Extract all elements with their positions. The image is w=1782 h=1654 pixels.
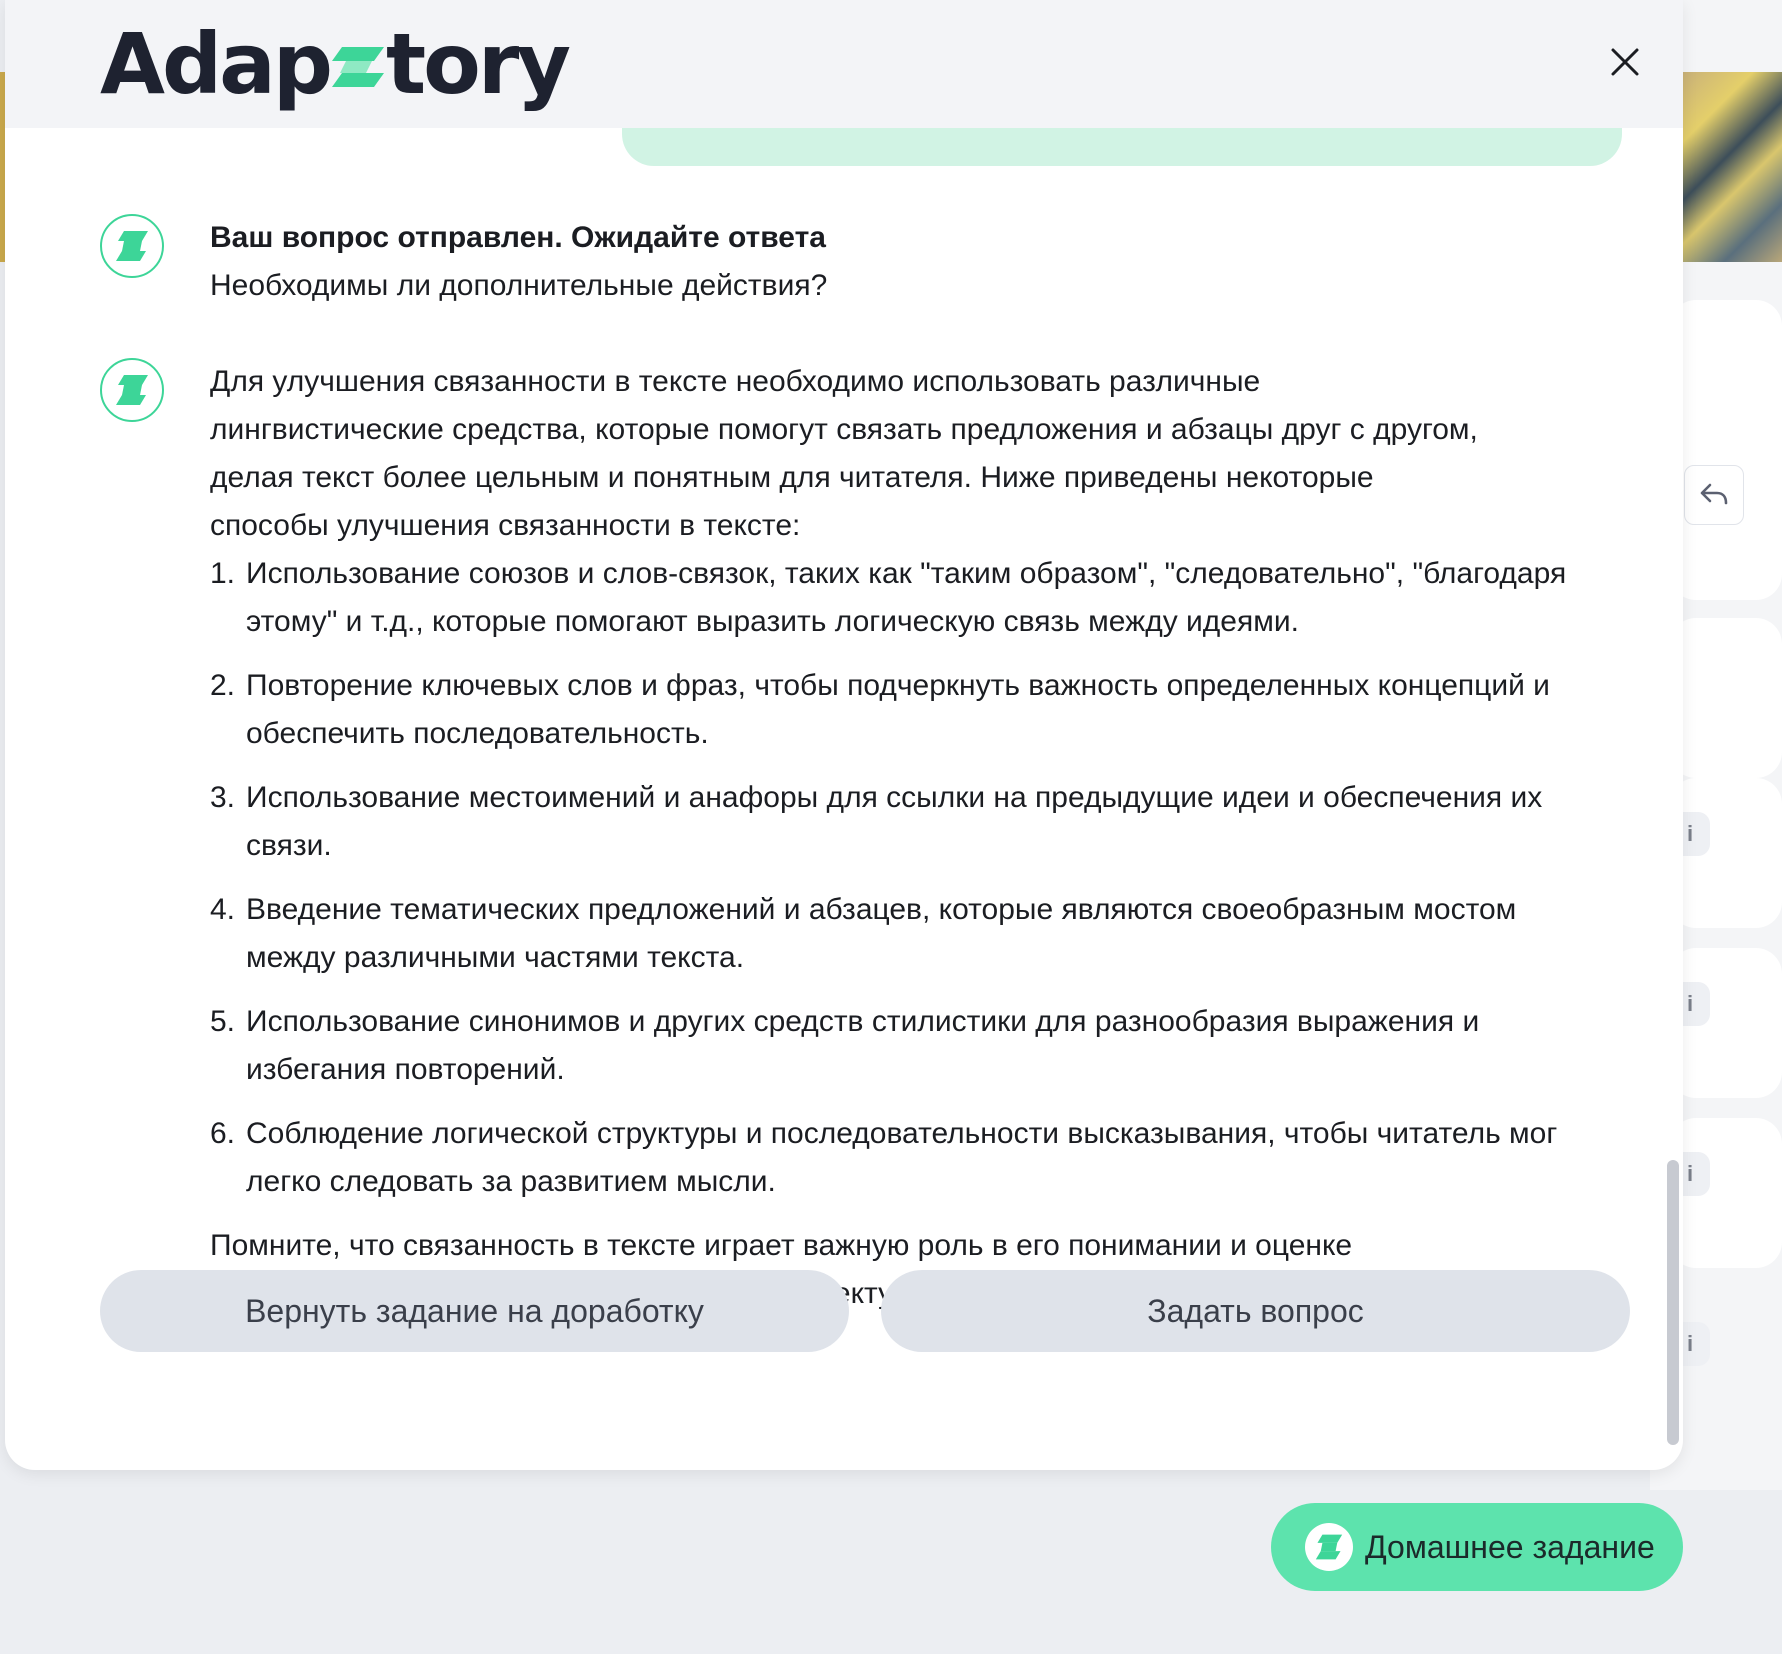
reply-button[interactable] — [1684, 465, 1744, 525]
list-item: 5. Использование синонимов и других средс… — [210, 998, 1610, 1094]
chat-scroll-area[interactable]: Ваш вопрос отправлен. Ожидайте ответа Не… — [5, 88, 1683, 1470]
list-text: Использование союзов и слов-связок, таки… — [246, 557, 1567, 638]
brand-s-icon — [116, 231, 148, 261]
message-title: Ваш вопрос отправлен. Ожидайте ответа — [210, 221, 826, 254]
list-text: Введение тематических предложений и абза… — [246, 893, 1517, 974]
scrollbar-thumb[interactable] — [1667, 1160, 1679, 1445]
list-text: Использование синонимов и других средств… — [246, 1005, 1480, 1086]
background-card — [1670, 300, 1782, 600]
logo-text-right: tory — [385, 15, 571, 113]
list-number: 1. — [210, 557, 236, 590]
answer-list: 1. Использование союзов и слов-связок, та… — [210, 550, 1610, 1206]
homework-button-label: Домашнее задание — [1365, 1528, 1655, 1565]
brand-s-icon — [331, 47, 384, 87]
list-number: 4. — [210, 893, 236, 926]
list-item: 2. Повторение ключевых слов и фраз, чтобы… — [210, 662, 1610, 758]
list-text: Использование местоимений и анафоры для … — [246, 781, 1543, 862]
list-text: Соблюдение логической структуры и послед… — [246, 1117, 1558, 1198]
modal-header: Adap tory — [5, 0, 1683, 128]
return-task-button[interactable]: Вернуть задание на доработку — [100, 1270, 849, 1352]
list-item: 4. Введение тематических предложений и аб… — [210, 886, 1610, 982]
action-bar: Вернуть задание на доработку Задать вопр… — [100, 1270, 1630, 1352]
brand-s-icon — [1315, 1534, 1343, 1560]
close-icon — [1611, 48, 1639, 76]
list-item: 6. Соблюдение логической структуры и посл… — [210, 1110, 1610, 1206]
ask-question-button[interactable]: Задать вопрос — [881, 1270, 1630, 1352]
bot-message: Ваш вопрос отправлен. Ожидайте ответа Не… — [100, 214, 827, 310]
brand-s-badge — [1305, 1523, 1353, 1571]
background-card — [1670, 618, 1782, 778]
list-text: Повторение ключевых слов и фраз, чтобы п… — [246, 669, 1550, 750]
bot-message: Для улучшения связанности в тексте необх… — [100, 358, 1620, 1366]
answer-intro: Для улучшения связанности в тексте необх… — [210, 365, 1478, 542]
reply-icon — [1700, 483, 1728, 505]
list-item: 3. Использование местоимений и анафоры дл… — [210, 774, 1610, 870]
list-number: 2. — [210, 669, 236, 702]
brand-s-icon — [116, 375, 148, 405]
bot-avatar — [100, 214, 164, 278]
background-image — [1680, 72, 1782, 262]
list-number: 3. — [210, 781, 236, 814]
logo-text-left: Adap — [100, 15, 333, 113]
list-number: 5. — [210, 1005, 236, 1038]
close-button[interactable] — [1603, 40, 1647, 84]
list-item: 1. Использование союзов и слов-связок, та… — [210, 550, 1610, 646]
adapstory-logo: Adap tory — [100, 15, 571, 113]
chat-modal: Adap tory Ваш вопрос отправлен. Ожидайте… — [5, 0, 1683, 1470]
bot-avatar — [100, 358, 164, 422]
message-subtitle: Необходимы ли дополнительные действия? — [210, 269, 828, 302]
homework-button[interactable]: Домашнее задание — [1271, 1503, 1683, 1591]
list-number: 6. — [210, 1117, 236, 1150]
